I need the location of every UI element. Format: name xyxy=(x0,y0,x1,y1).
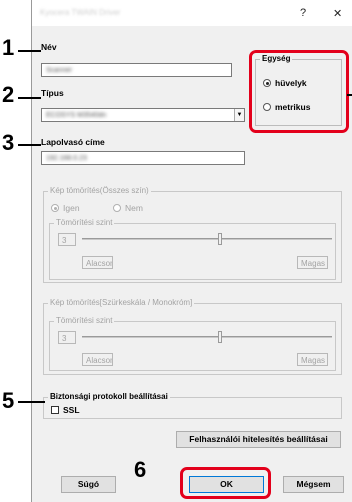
security-group-label: Biztonsági protokoll beállításai xyxy=(48,392,170,401)
callout-5-line xyxy=(18,401,45,403)
title-bar: Kyocera TWAIN Driver ? ✕ xyxy=(32,0,352,26)
auth-settings-button[interactable]: Felhasználói hitelesítés beállításai xyxy=(176,431,341,448)
type-value: ECOSYS M3540dn xyxy=(46,112,107,119)
compression-slider-track[interactable] xyxy=(82,238,332,240)
address-label: Lapolvasó címe xyxy=(41,137,105,147)
gray-low-label: Alacsony xyxy=(82,353,113,366)
security-group: Biztonsági protokoll beállításai SSL xyxy=(43,392,342,419)
high-label: Magas xyxy=(297,256,328,269)
callout-5: 5 xyxy=(2,388,15,413)
cancel-button[interactable]: Mégsem xyxy=(283,476,344,493)
compression-gray-group: Kép tömörítés[Szürkeskála / Monokróm] Tö… xyxy=(43,298,342,375)
compression-slider-thumb[interactable] xyxy=(217,233,222,245)
compression-level-group: Tömörítési szint 3 Alacsony Magas xyxy=(49,218,336,280)
name-label: Név xyxy=(41,42,57,52)
type-dropdown[interactable]: ECOSYS M3540dn ▼ xyxy=(41,108,245,122)
callout-3: 3 xyxy=(2,130,15,155)
unit-highlight xyxy=(249,50,349,133)
compression-option-no[interactable]: Nem xyxy=(113,203,143,213)
compression-color-group: Kép tömörítés(Összes szín) Igen Nem Tömö… xyxy=(43,186,342,283)
compression-gray-slider-track[interactable] xyxy=(82,336,332,338)
callout-3-line xyxy=(18,144,41,146)
compression-gray-level-value: 3 xyxy=(58,331,76,344)
name-value: Scanner xyxy=(46,67,73,74)
name-field[interactable]: Scanner xyxy=(41,63,232,77)
compression-gray-label: Kép tömörítés[Szürkeskála / Monokróm] xyxy=(48,298,195,307)
type-label: Típus xyxy=(41,88,64,98)
radio-icon[interactable] xyxy=(113,204,121,212)
compression-level-label: Tömörítési szint xyxy=(54,218,115,227)
compression-gray-level-group: Tömörítési szint 3 Alacsony Magas xyxy=(49,316,336,371)
compression-option-yes[interactable]: Igen xyxy=(51,203,80,213)
compression-gray-slider-thumb[interactable] xyxy=(217,331,222,343)
help-button[interactable]: Súgó xyxy=(61,476,116,493)
dialog-window: Kyocera TWAIN Driver ? ✕ Név Scanner Típ… xyxy=(31,0,352,502)
callout-2: 2 xyxy=(2,82,15,107)
low-label: Alacsony xyxy=(82,256,113,269)
window-title: Kyocera TWAIN Driver xyxy=(40,8,121,17)
address-field[interactable]: 192.168.0.23 xyxy=(41,151,245,165)
ssl-checkbox-row[interactable]: SSL xyxy=(51,405,80,415)
ok-highlight xyxy=(180,467,271,499)
address-value: 192.168.0.23 xyxy=(46,155,87,162)
compression-gray-level-label: Tömörítési szint xyxy=(54,316,115,325)
gray-high-label: Magas xyxy=(297,353,328,366)
callout-1-line xyxy=(18,50,41,52)
compression-color-label: Kép tömörítés(Összes szín) xyxy=(48,186,151,195)
help-title-button[interactable]: ? xyxy=(300,7,306,19)
callout-2-line xyxy=(18,97,41,99)
close-icon[interactable]: ✕ xyxy=(333,7,342,20)
callout-6: 6 xyxy=(134,457,147,482)
chevron-down-icon[interactable]: ▼ xyxy=(234,109,244,121)
unit-callout-line xyxy=(347,94,352,96)
radio-selected-icon[interactable] xyxy=(51,204,59,212)
compression-level-value: 3 xyxy=(58,233,76,246)
callout-1: 1 xyxy=(2,35,15,60)
ssl-checkbox[interactable] xyxy=(51,406,59,414)
